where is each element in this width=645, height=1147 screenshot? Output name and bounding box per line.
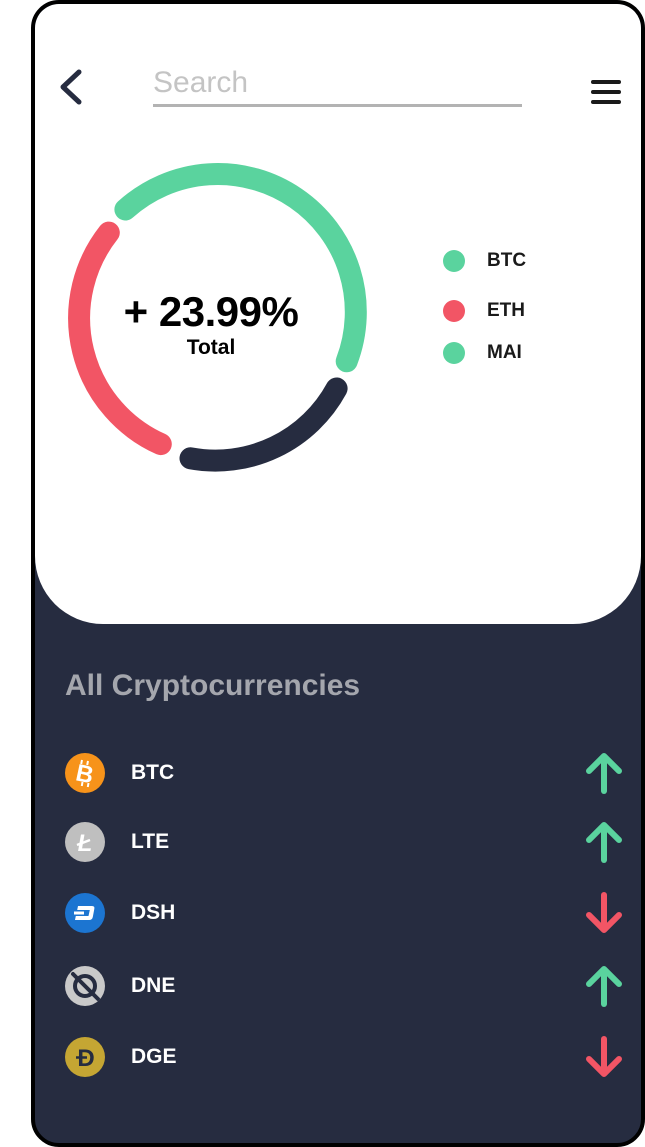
- trend-up-icon: [586, 753, 622, 794]
- total-change-value: + 23.99%: [123, 288, 299, 335]
- svg-text:B: B: [73, 759, 96, 789]
- crypto-row-lte[interactable]: L LTE: [65, 820, 625, 864]
- litecoin-icon: L: [65, 822, 105, 862]
- search-input[interactable]: [153, 62, 522, 104]
- crypto-symbol: DNE: [131, 974, 176, 997]
- legend-label: BTC: [487, 250, 527, 271]
- dne-icon: [65, 966, 105, 1006]
- crypto-symbol: DSH: [131, 901, 176, 924]
- chevron-left-icon: [60, 69, 82, 105]
- trend-up-icon: [586, 822, 622, 863]
- crypto-row-dsh[interactable]: DSH: [65, 891, 625, 935]
- crypto-row-dge[interactable]: D DGE: [65, 1035, 625, 1079]
- search-bar: [153, 62, 522, 107]
- crypto-row-dne[interactable]: DNE: [65, 964, 625, 1008]
- dogecoin-icon: D: [65, 1037, 105, 1077]
- legend-dot: [443, 342, 465, 364]
- crypto-symbol: LTE: [131, 830, 170, 853]
- legend-item-eth: ETH: [443, 300, 593, 322]
- dash-icon: [65, 893, 105, 933]
- legend-dot: [443, 250, 465, 272]
- crypto-symbol: DGE: [131, 1045, 177, 1068]
- legend-item-btc: BTC: [443, 250, 593, 272]
- legend-dot: [443, 300, 465, 322]
- menu-button[interactable]: [591, 80, 623, 106]
- hamburger-menu-icon: [591, 80, 621, 84]
- total-change-label: Total: [186, 336, 236, 359]
- crypto-row-btc[interactable]: B BTC: [65, 751, 625, 795]
- legend-item-mai: MAI: [443, 342, 593, 364]
- trend-up-icon: [586, 966, 622, 1007]
- trend-down-icon: [586, 1036, 622, 1077]
- legend-label: ETH: [487, 300, 525, 321]
- overview-card: + 23.99% Total BTC ETH MAI: [35, 4, 641, 624]
- back-button[interactable]: [55, 64, 89, 110]
- legend-label: MAI: [487, 342, 522, 363]
- section-title: All Cryptocurrencies: [65, 669, 361, 702]
- hamburger-menu-icon-bar: [591, 90, 621, 94]
- trend-down-icon: [586, 892, 622, 933]
- phone-frame: + 23.99% Total BTC ETH MAI All Cryptocur…: [31, 0, 645, 1147]
- donut-segment-mai: [179, 377, 348, 472]
- bitcoin-icon: B: [65, 753, 105, 793]
- crypto-symbol: BTC: [131, 761, 175, 784]
- hamburger-menu-icon-bar: [591, 100, 621, 104]
